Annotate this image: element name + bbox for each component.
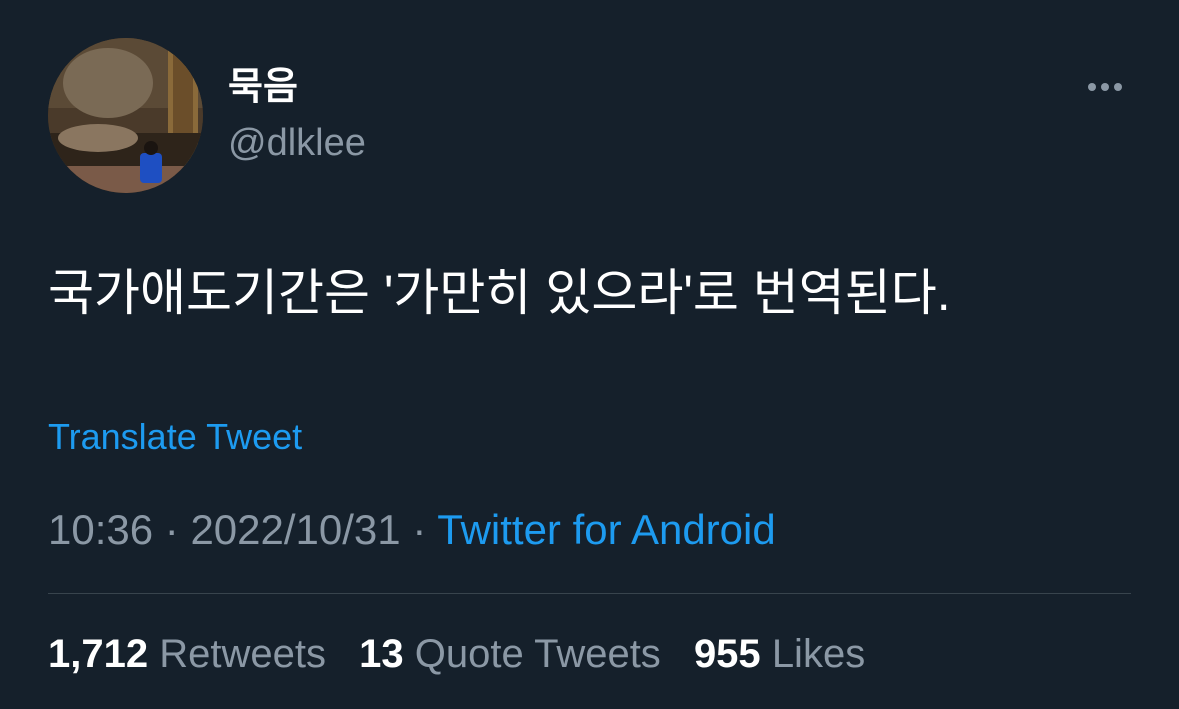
more-options-button[interactable] <box>1078 70 1132 104</box>
retweets-label: Retweets <box>159 632 326 676</box>
quote-tweets-count: 13 <box>359 632 404 676</box>
tweet-time[interactable]: 10:36 <box>48 506 153 553</box>
more-horizontal-icon-dot <box>1101 83 1109 91</box>
likes-stat[interactable]: 955 Likes <box>694 632 865 676</box>
retweets-count: 1,712 <box>48 632 149 676</box>
more-horizontal-icon <box>1088 83 1096 91</box>
avatar-image <box>48 38 203 193</box>
more-horizontal-icon-dot <box>1114 83 1122 91</box>
divider <box>48 593 1131 594</box>
retweets-stat[interactable]: 1,712 Retweets <box>48 632 326 676</box>
likes-count: 955 <box>693 632 761 676</box>
meta-separator: · <box>153 506 191 553</box>
tweet-text: 국가애도기간은 '가만히 있으라'로 번역된다. <box>48 265 951 321</box>
author-display-name[interactable]: 묵음 <box>228 62 298 112</box>
tweet-metadata: 10:36 · 2022/10/31 · Twitter for Android <box>48 502 776 558</box>
quote-tweets-stat[interactable]: 13 Quote Tweets <box>359 632 661 676</box>
tweet-stats: 1,712 Retweets 13 Quote Tweets 955 Likes <box>48 628 887 680</box>
translate-tweet-link[interactable]: Translate Tweet <box>48 414 302 460</box>
author-handle[interactable]: @dlklee <box>228 118 366 168</box>
likes-label: Likes <box>771 632 866 676</box>
tweet-date[interactable]: 2022/10/31 <box>190 506 400 553</box>
quote-tweets-label: Quote Tweets <box>414 632 661 676</box>
tweet-source-link[interactable]: Twitter for Android <box>437 506 775 553</box>
avatar[interactable] <box>48 38 203 193</box>
meta-separator: · <box>400 506 438 553</box>
